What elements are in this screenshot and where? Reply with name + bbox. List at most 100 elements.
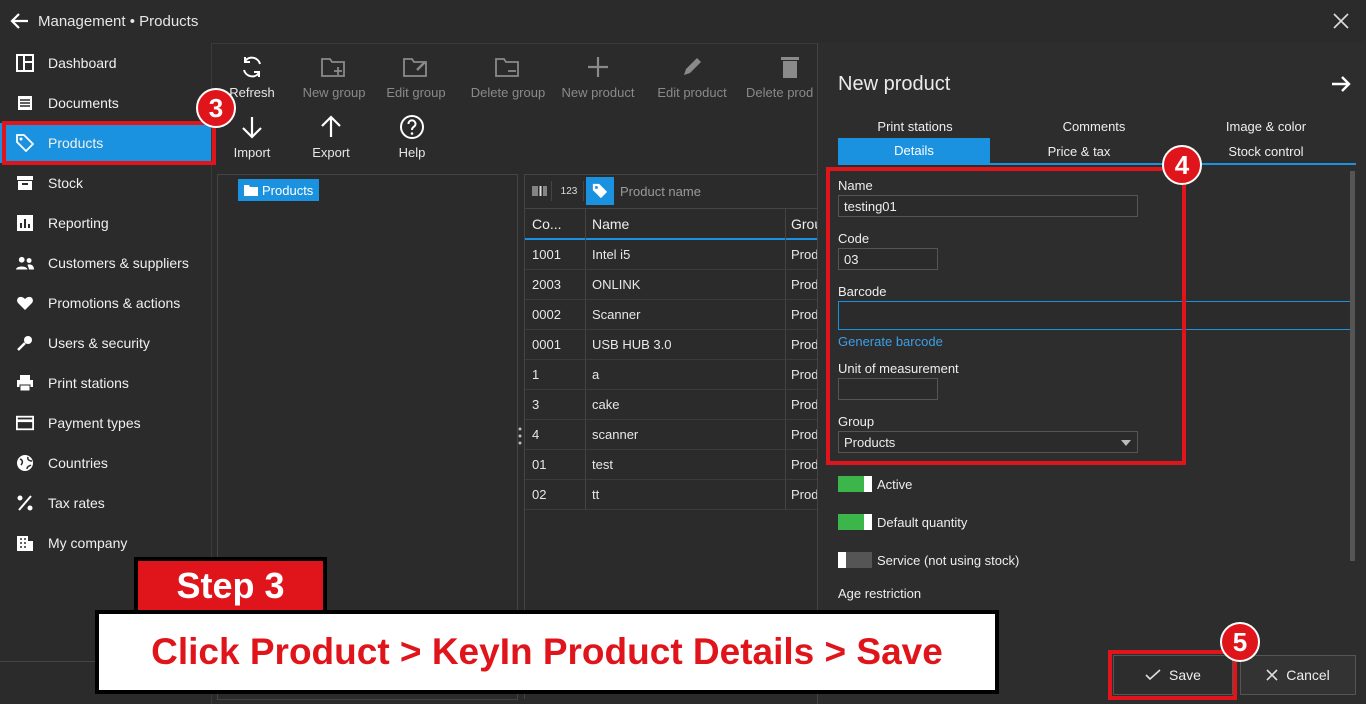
highlight-products (2, 121, 216, 165)
table-row[interactable]: 01 test Prod (525, 449, 818, 480)
documents-icon (16, 94, 34, 112)
tab-print-stations[interactable]: Print stations (838, 119, 992, 134)
pencil-icon (684, 58, 701, 75)
column-header-code[interactable]: Co... (532, 216, 562, 232)
stock-icon (16, 174, 34, 192)
sidebar-item-label: Dashboard (48, 55, 117, 71)
sidebar-item-users[interactable]: Users & security (0, 323, 211, 363)
edit-product-button[interactable]: Edit product (652, 53, 732, 100)
percent-icon (16, 494, 34, 512)
sidebar-item-label: Print stations (48, 375, 129, 391)
table-row[interactable]: 02 tt Prod (525, 479, 818, 510)
code-search-toggle[interactable]: 123 (555, 181, 584, 201)
trash-icon (781, 57, 799, 78)
delete-product-button[interactable]: Delete prod (746, 53, 816, 100)
tab-details[interactable]: Details (838, 138, 990, 163)
table-row[interactable]: 0001 USB HUB 3.0 Prod (525, 329, 818, 360)
service-toggle[interactable] (838, 552, 872, 568)
sidebar-item-payment-types[interactable]: Payment types (0, 403, 211, 443)
table-row[interactable]: 1 a Prod (525, 359, 818, 390)
folder-add-icon (321, 58, 345, 77)
building-icon (16, 534, 34, 552)
tree-node-products[interactable]: Products (238, 179, 320, 201)
instruction-banner: Click Product > KeyIn Product Details > … (95, 610, 999, 694)
tag-icon (592, 183, 608, 199)
active-label: Active (877, 477, 913, 492)
age-restriction-label: Age restriction (838, 586, 922, 601)
cancel-button[interactable]: Cancel (1240, 655, 1356, 695)
name-search-toggle[interactable] (586, 177, 614, 205)
back-arrow-icon[interactable] (10, 11, 30, 31)
tab-underline (838, 163, 1356, 165)
window-title: Management • Products (38, 13, 199, 30)
globe-icon (16, 454, 34, 472)
sidebar-item-label: My company (48, 535, 128, 551)
sidebar-item-label: Tax rates (48, 495, 105, 511)
new-product-button[interactable]: New product (558, 53, 638, 100)
default-quantity-label: Default quantity (877, 515, 968, 530)
printer-icon (16, 374, 34, 392)
form-scrollbar[interactable] (1350, 171, 1355, 561)
service-label: Service (not using stock) (877, 553, 1020, 568)
sidebar-item-tax-rates[interactable]: Tax rates (0, 483, 211, 523)
highlight-details-form (826, 167, 1186, 465)
sidebar-item-stock[interactable]: Stock (0, 163, 211, 203)
export-button[interactable]: Export (291, 113, 371, 160)
new-group-button[interactable]: New group (294, 53, 374, 100)
active-toggle[interactable] (838, 476, 872, 492)
dashboard-icon (16, 54, 34, 72)
table-row[interactable]: 0002 Scanner Prod (525, 299, 818, 330)
step-badge-3: 3 (196, 88, 236, 128)
refresh-icon (243, 56, 261, 78)
sidebar-item-promotions[interactable]: Promotions & actions (0, 283, 211, 323)
grid-header: Co... Name Grou (525, 209, 822, 240)
table-row[interactable]: 4 scanner Prod (525, 419, 818, 450)
arrow-down-icon (242, 117, 262, 139)
grid-search-bar: 123 Product name (525, 175, 817, 209)
sidebar-item-countries[interactable]: Countries (0, 443, 211, 483)
table-row[interactable]: 2003 ONLINK Prod (525, 269, 818, 300)
key-icon (16, 334, 34, 352)
delete-group-button[interactable]: Delete group (464, 53, 552, 100)
table-row[interactable]: 3 cake Prod (525, 389, 818, 420)
default-quantity-toggle[interactable] (838, 514, 872, 530)
panel-title: New product (838, 73, 951, 95)
heart-icon (16, 294, 34, 312)
sidebar-item-reporting[interactable]: Reporting (0, 203, 211, 243)
sidebar-item-label: Countries (48, 455, 108, 471)
tab-comments[interactable]: Comments (1018, 119, 1170, 134)
help-button[interactable]: Help (372, 113, 452, 160)
close-icon[interactable] (1332, 12, 1350, 30)
sidebar-item-label: Stock (48, 175, 84, 191)
sidebar-item-customers[interactable]: Customers & suppliers (0, 243, 211, 283)
column-header-name[interactable]: Name (592, 216, 629, 232)
step-badge-5: 5 (1220, 622, 1260, 662)
table-row[interactable]: 1001 Intel i5 Prod (525, 239, 818, 270)
sidebar-item-print-stations[interactable]: Print stations (0, 363, 211, 403)
tab-price-tax[interactable]: Price & tax (1004, 144, 1154, 159)
sidebar-item-dashboard[interactable]: Dashboard (0, 43, 211, 83)
edit-group-button[interactable]: Edit group (376, 53, 456, 100)
sidebar-item-label: Reporting (48, 215, 109, 231)
chart-icon (16, 214, 34, 232)
folder-remove-icon (495, 58, 519, 77)
toolbar: Refresh New group Edit group Delete grou… (212, 43, 816, 171)
sidebar-item-documents[interactable]: Documents (0, 83, 211, 123)
tab-stock-control[interactable]: Stock control (1190, 144, 1342, 159)
arrow-up-icon (321, 115, 341, 137)
step-badge-4: 4 (1162, 145, 1202, 185)
sidebar-item-label: Customers & suppliers (48, 255, 189, 271)
splitter-handle[interactable] (518, 425, 522, 447)
highlight-save (1108, 650, 1237, 700)
sidebar-item-label: Payment types (48, 415, 141, 431)
card-icon (16, 414, 34, 432)
tab-image-color[interactable]: Image & color (1190, 119, 1342, 134)
sidebar-item-label: Promotions & actions (48, 295, 181, 311)
arrow-right-icon[interactable] (1330, 73, 1352, 95)
barcode-icon[interactable] (529, 181, 552, 201)
folder-icon (244, 185, 258, 196)
search-input[interactable]: Product name (620, 184, 701, 199)
sidebar-item-label: Users & security (48, 335, 150, 351)
help-icon (400, 115, 424, 139)
sidebar-item-label: Documents (48, 95, 119, 111)
